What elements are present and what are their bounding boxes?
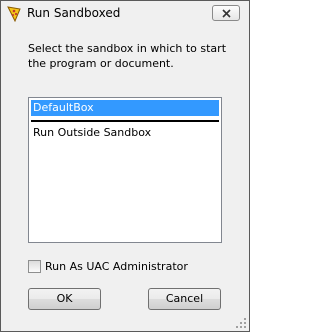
list-separator (31, 120, 219, 122)
sandbox-listbox[interactable]: DefaultBox Run Outside Sandbox (28, 97, 222, 243)
uac-admin-checkbox[interactable] (28, 260, 41, 273)
close-button[interactable] (212, 5, 240, 21)
window-title: Run Sandboxed (27, 6, 121, 20)
ok-button[interactable]: OK (28, 288, 101, 310)
title-bar[interactable]: Run Sandboxed (1, 1, 249, 27)
sandbox-item-defaultbox[interactable]: DefaultBox (31, 100, 219, 116)
run-sandboxed-dialog: Run Sandboxed Select the sandbox in whic… (0, 0, 250, 332)
instruction-text: Select the sandbox in which to start the… (28, 42, 227, 70)
close-icon (222, 9, 231, 18)
sandbox-item-run-outside[interactable]: Run Outside Sandbox (31, 125, 219, 141)
resize-grip-icon[interactable] (235, 317, 247, 329)
sandboxie-icon (6, 6, 22, 23)
uac-admin-label[interactable]: Run As UAC Administrator (45, 260, 188, 273)
cancel-button[interactable]: Cancel (148, 288, 221, 310)
